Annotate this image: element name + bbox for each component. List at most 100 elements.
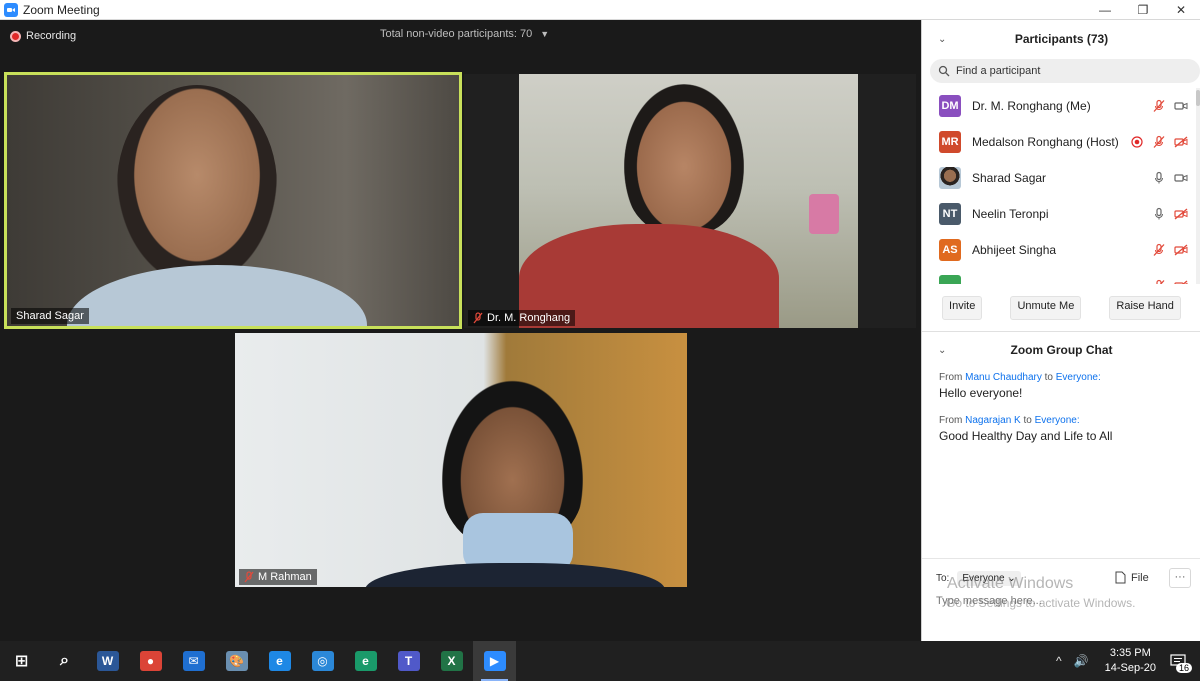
participant-row[interactable]: MR Medalson Ronghang (Host) (922, 124, 1194, 160)
window-title: Zoom Meeting (23, 2, 100, 17)
video-area: Recording Total non-video participants: … (0, 20, 921, 641)
chat-footer-divider (922, 558, 1200, 559)
chat-message-input[interactable] (936, 595, 1186, 607)
maximize-button[interactable]: ❐ (1124, 0, 1162, 20)
recording-indicator[interactable]: Recording (10, 30, 76, 42)
zoom-icon: ▶ (483, 651, 506, 671)
taskbar-zoom-button[interactable]: ▶ (473, 641, 516, 681)
nonvideo-label: Total non-video participants: 70 (380, 28, 533, 40)
participant-row[interactable]: AS Abhijeet Singha (922, 232, 1194, 268)
participant-list[interactable]: DM Dr. M. Ronghang (Me) MR Medalson Ronghan… (922, 88, 1194, 284)
mic-muted-icon[interactable] (1152, 135, 1166, 149)
mic-muted-icon[interactable] (1152, 243, 1166, 257)
chat-message: From Manu Chaudhary to Everyone: Hello e… (939, 372, 1194, 400)
taskbar-chrome-button[interactable]: ● (129, 641, 172, 681)
side-panel: ⌄ Participants (73) DM Dr. M. Ronghang (M… (921, 20, 1200, 641)
video-tile[interactable]: Dr. M. Ronghang (464, 74, 916, 328)
taskbar-ie-button[interactable]: e (258, 641, 301, 681)
taskbar-mail-button[interactable]: ✉ (172, 641, 215, 681)
scrollbar-thumb[interactable] (1196, 90, 1200, 106)
taskbar-safari-button[interactable]: ◎ (301, 641, 344, 681)
raise-hand-button[interactable]: Raise Hand (1109, 296, 1181, 320)
notification-center-button[interactable]: 16 (1166, 649, 1192, 673)
avatar: AS (939, 239, 961, 261)
participant-shirt (67, 265, 367, 326)
title-bar: Zoom Meeting — ❐ ✕ (0, 0, 1200, 20)
taskbar-word-button[interactable]: W (86, 641, 129, 681)
file-icon (1115, 571, 1126, 584)
chat-from-prefix: From (939, 415, 963, 426)
system-clock[interactable]: 3:35 PM 14-Sep-20 (1105, 646, 1156, 676)
participant-name: Neelin Teronpi (972, 207, 1049, 221)
participants-header: ⌄ Participants (73) (922, 20, 1200, 58)
close-button[interactable]: ✕ (1162, 0, 1200, 20)
participant-status-icons (1144, 279, 1188, 284)
participant-name: Sharad Sagar (972, 171, 1047, 185)
participant-list-scrollbar[interactable] (1196, 88, 1200, 284)
invite-button[interactable]: Invite (942, 296, 983, 320)
minimize-button[interactable]: — (1086, 0, 1124, 20)
zoom-app-icon (4, 2, 18, 17)
clock-time: 3:35 PM (1109, 647, 1151, 659)
file-label: File (1131, 571, 1149, 584)
participant-video (117, 85, 277, 285)
chat-header: ⌄ Zoom Group Chat (922, 338, 1200, 362)
mic-icon[interactable] (1152, 207, 1166, 221)
ie-icon: e (268, 651, 291, 671)
chat-title: Zoom Group Chat (1010, 343, 1113, 357)
participant-row[interactable]: NT Neelin Teronpi (922, 196, 1194, 232)
participant-row[interactable]: Sharad Sagar (922, 160, 1194, 196)
taskbar-edge-button[interactable]: e (344, 641, 387, 681)
taskbar-teams-button[interactable]: T (387, 641, 430, 681)
mic-muted-icon[interactable] (1152, 99, 1166, 113)
video-off-icon[interactable] (1174, 207, 1188, 221)
chrome-icon: ● (139, 651, 162, 671)
mic-muted-icon[interactable] (1152, 279, 1166, 284)
chat-message-meta: From Manu Chaudhary to Everyone: (939, 372, 1194, 383)
word-icon: W (96, 651, 119, 671)
video-icon[interactable] (1174, 171, 1188, 185)
taskbar-search-button[interactable]: ⌕ (43, 641, 86, 681)
nonvideo-participants-toggle[interactable]: Total non-video participants: 70 ▼ (380, 28, 549, 40)
chat-sender-link[interactable]: Manu Chaudhary (965, 372, 1042, 383)
collapse-chevron-icon[interactable]: ⌄ (938, 345, 946, 356)
video-off-icon[interactable] (1174, 279, 1188, 284)
chat-recipient-link[interactable]: Everyone: (1056, 372, 1101, 383)
video-tile[interactable]: M Rahman (235, 333, 687, 587)
avatar: MR (939, 131, 961, 153)
participant-status-icons (1144, 99, 1188, 113)
search-input[interactable] (956, 65, 1176, 77)
notification-count: 16 (1175, 663, 1192, 673)
windows-taskbar: ⊞ ⌕ W ● ✉ 🎨 e ◎ e T X ▶ ^ 🔊 3:35 PM 14-Sep-20 16 (0, 641, 1200, 681)
participant-row[interactable] (922, 268, 1194, 284)
chat-message: From Nagarajan K to Everyone: Good Healt… (939, 415, 1194, 443)
mic-icon[interactable] (1152, 171, 1166, 185)
unmute-me-button[interactable]: Unmute Me (1010, 296, 1082, 320)
video-off-icon[interactable] (1174, 243, 1188, 257)
chat-sender-link[interactable]: Nagarajan K (965, 415, 1021, 426)
taskbar-start-button[interactable]: ⊞ (0, 641, 43, 681)
tile-name-text: Sharad Sagar (16, 310, 84, 322)
taskbar-excel-button[interactable]: X (430, 641, 473, 681)
tray-chevron-icon[interactable]: ^ (1056, 654, 1062, 668)
participants-title: Participants (73) (1014, 32, 1109, 46)
video-icon[interactable] (1174, 99, 1188, 113)
chat-recipient-row: To: Everyone ⌄ (936, 571, 1196, 586)
avatar (939, 275, 961, 284)
participant-row[interactable]: DM Dr. M. Ronghang (Me) (922, 88, 1194, 124)
taskbar-paint-button[interactable]: 🎨 (215, 641, 258, 681)
chat-message-meta: From Nagarajan K to Everyone: (939, 415, 1194, 426)
chat-more-button[interactable]: ··· (1169, 568, 1191, 588)
participant-status-icons (1144, 207, 1188, 221)
video-tile-active-speaker[interactable]: Sharad Sagar (4, 72, 462, 329)
video-off-icon[interactable] (1174, 135, 1188, 149)
collapse-chevron-icon[interactable]: ⌄ (938, 34, 946, 45)
volume-icon[interactable]: 🔊 (1074, 654, 1089, 668)
chat-recipient-link[interactable]: Everyone: (1035, 415, 1080, 426)
safari-icon: ◎ (311, 651, 334, 671)
participant-search[interactable] (930, 59, 1200, 83)
file-button[interactable]: File (1115, 571, 1149, 584)
tile-name-label: Dr. M. Ronghang (468, 310, 576, 326)
tile-name-label: Sharad Sagar (11, 308, 89, 324)
recipient-select[interactable]: Everyone ⌄ (957, 571, 1021, 586)
